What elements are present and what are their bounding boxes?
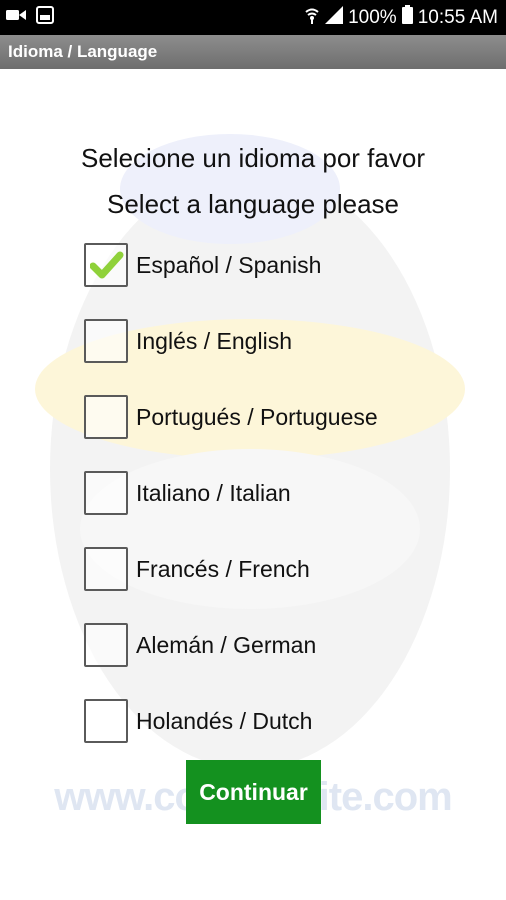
language-option-portuguese[interactable]: Portugués / Portuguese	[84, 394, 378, 440]
checkbox-german[interactable]	[84, 623, 128, 667]
language-label: Italiano / Italian	[136, 479, 291, 506]
prompt-spanish: Selecione un idioma por favor	[81, 143, 425, 173]
checkbox-portuguese[interactable]	[84, 395, 128, 439]
language-option-english[interactable]: Inglés / English	[84, 318, 292, 364]
language-option-italian[interactable]: Italiano / Italian	[84, 470, 291, 516]
battery-icon	[401, 5, 413, 30]
app-bar: Idioma / Language	[0, 35, 506, 69]
checkbox-dutch[interactable]	[84, 699, 128, 743]
language-label: Alemán / German	[136, 631, 317, 658]
prompt-english: Select a language please	[106, 189, 399, 219]
language-option-dutch[interactable]: Holandés / Dutch	[84, 698, 312, 744]
screenshot-icon	[36, 6, 54, 29]
wifi-icon	[304, 6, 320, 30]
language-label: Portugués / Portuguese	[136, 403, 378, 430]
signal-icon	[325, 5, 344, 30]
clock: 10:55 AM	[417, 6, 498, 28]
status-left	[6, 6, 54, 29]
checkbox-english[interactable]	[84, 319, 128, 363]
language-selection-panel: Selecione un idioma por favor Select a l…	[0, 69, 506, 900]
language-label: Francés / French	[136, 555, 310, 582]
status-bar: 100% 10:55 AM	[0, 0, 506, 35]
language-option-french[interactable]: Francés / French	[84, 546, 310, 592]
checkbox-spanish[interactable]	[84, 243, 128, 287]
status-right: 100% 10:55 AM	[304, 5, 498, 30]
checkbox-french[interactable]	[84, 547, 128, 591]
language-option-german[interactable]: Alemán / German	[84, 622, 316, 668]
battery-percent: 100%	[348, 6, 397, 28]
language-label: Español / Spanish	[136, 251, 322, 278]
language-option-spanish[interactable]: Español / Spanish	[84, 242, 321, 288]
video-camera-icon	[6, 8, 26, 27]
language-label: Inglés / English	[136, 327, 292, 354]
checkmark-icon	[90, 251, 124, 279]
continue-button[interactable]: Continuar	[186, 760, 321, 824]
checkbox-italian[interactable]	[84, 471, 128, 515]
app-title: Idioma / Language	[8, 42, 158, 61]
language-label: Holandés / Dutch	[136, 707, 313, 734]
